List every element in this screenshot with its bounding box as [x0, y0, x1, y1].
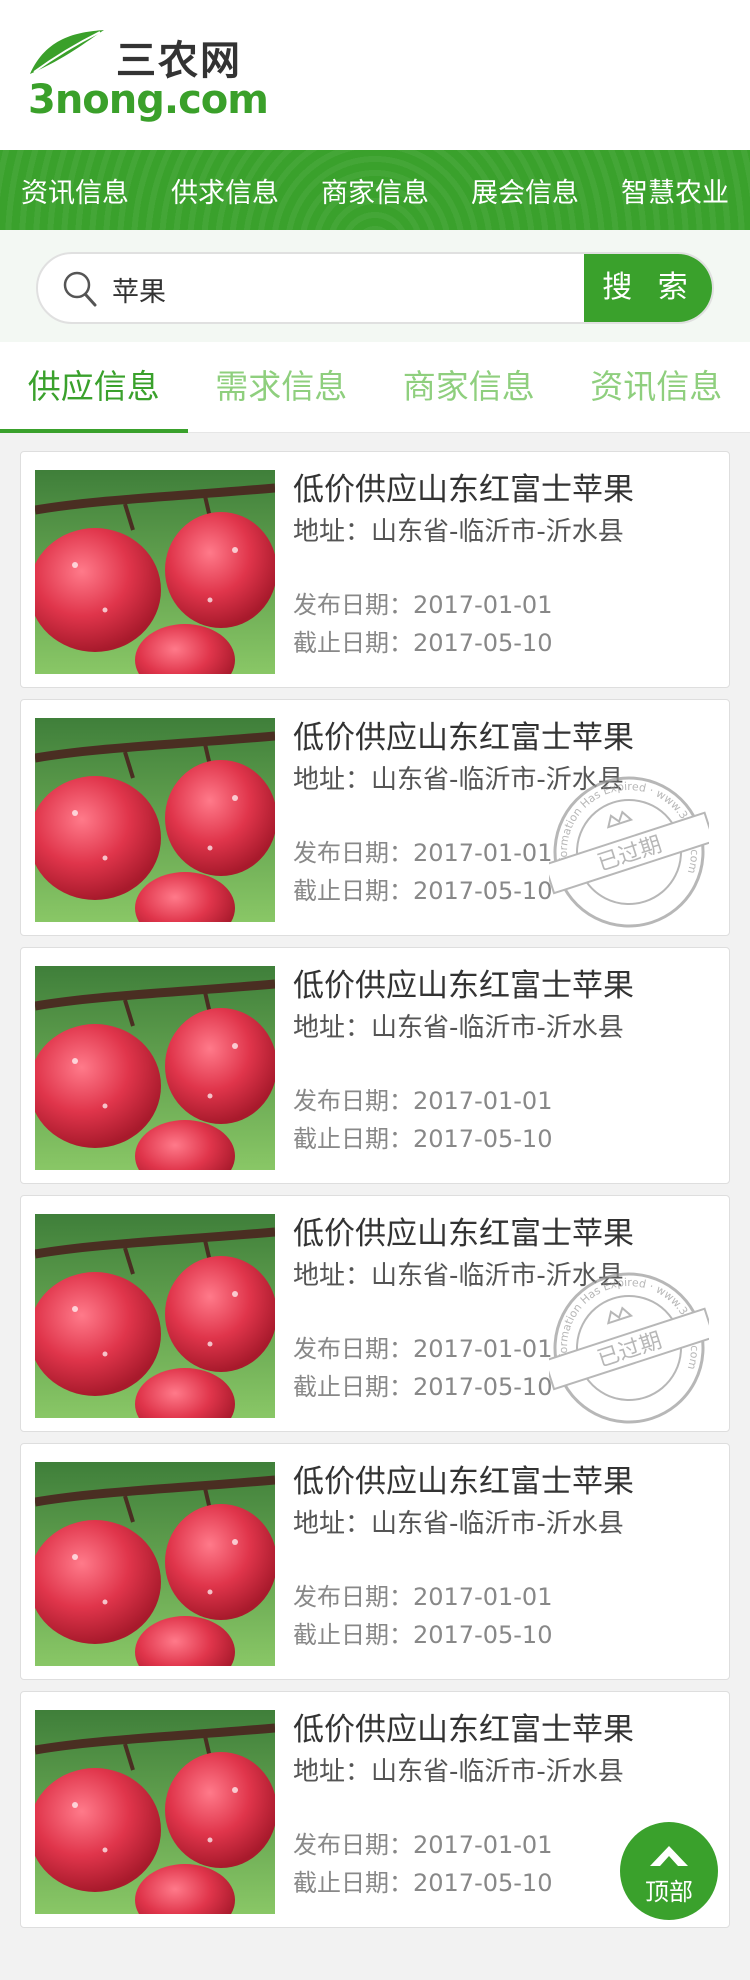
tab-merchants[interactable]: 商家信息 — [375, 342, 563, 432]
listing-title[interactable]: 低价供应山东红富士苹果 — [293, 1710, 715, 1750]
listing-address: 地址：山东省-临沂市-沂水县 — [293, 1509, 624, 1539]
listing-list: 低价供应山东红富士苹果 地址：山东省-临沂市-沂水县 发布日期：2017-01-… — [0, 433, 750, 1928]
deadline-date: 截止日期：2017-05-10 — [293, 629, 553, 657]
search-icon — [63, 271, 97, 307]
category-tabs: 供应信息 需求信息 商家信息 资讯信息 — [0, 342, 750, 433]
listing-card[interactable]: 低价供应山东红富士苹果 地址：山东省-临沂市-沂水县 发布日期：2017-01-… — [20, 1443, 730, 1680]
listing-info: 低价供应山东红富士苹果 地址：山东省-临沂市-沂水县 发布日期：2017-01-… — [293, 470, 715, 662]
listing-title[interactable]: 低价供应山东红富士苹果 — [293, 718, 715, 758]
nav-item-merchants[interactable]: 商家信息 — [313, 171, 437, 210]
apple-photo[interactable] — [35, 718, 275, 922]
listing-card[interactable]: 低价供应山东红富士苹果 地址：山东省-临沂市-沂水县 发布日期：2017-01-… — [20, 451, 730, 688]
nav-item-smart-agriculture[interactable]: 智慧农业 — [613, 171, 737, 210]
site-logo[interactable]: 三农网 3nong.com — [26, 22, 269, 132]
search-button[interactable]: 搜 索 — [584, 254, 712, 322]
apple-photo[interactable] — [35, 1462, 275, 1666]
deadline-date: 截止日期：2017-05-10 — [293, 1125, 553, 1153]
header: 三农网 3nong.com — [0, 0, 750, 150]
expired-stamp-icon: Information Has Expired · www.3nong.com … — [549, 772, 709, 928]
apple-photo[interactable] — [35, 1214, 275, 1418]
tab-supply[interactable]: 供应信息 — [0, 342, 188, 433]
listing-address: 地址：山东省-临沂市-沂水县 — [293, 1013, 624, 1043]
back-to-top-button[interactable]: 顶部 — [620, 1822, 718, 1920]
apple-photo[interactable] — [35, 470, 275, 674]
main-nav: 资讯信息 供求信息 商家信息 展会信息 智慧农业 — [0, 150, 750, 230]
nav-item-supply-demand[interactable]: 供求信息 — [163, 171, 287, 210]
tab-news[interactable]: 资讯信息 — [563, 342, 750, 432]
listing-card[interactable]: 低价供应山东红富士苹果 地址：山东省-临沂市-沂水县 发布日期：2017-01-… — [20, 947, 730, 1184]
nav-item-news[interactable]: 资讯信息 — [13, 171, 137, 210]
expired-stamp-icon: Information Has Expired · www.3nong.com … — [549, 1268, 709, 1424]
search-input[interactable] — [110, 254, 594, 322]
leaf-icon — [30, 30, 104, 74]
apple-photo[interactable] — [35, 1710, 275, 1914]
publish-date: 发布日期：2017-01-01 — [293, 591, 553, 619]
search-box: 搜 索 — [36, 252, 714, 324]
chevron-up-icon — [650, 1846, 688, 1866]
search-area: 搜 索 — [0, 230, 750, 342]
tab-demand[interactable]: 需求信息 — [188, 342, 376, 432]
apple-photo[interactable] — [35, 966, 275, 1170]
listing-info: 低价供应山东红富士苹果 地址：山东省-临沂市-沂水县 发布日期：2017-01-… — [293, 1462, 715, 1654]
deadline-date: 截止日期：2017-05-10 — [293, 1621, 553, 1649]
publish-date: 发布日期：2017-01-01 — [293, 1583, 553, 1611]
listing-address: 地址：山东省-临沂市-沂水县 — [293, 1757, 624, 1787]
listing-title[interactable]: 低价供应山东红富士苹果 — [293, 1214, 715, 1254]
publish-date: 发布日期：2017-01-01 — [293, 1087, 553, 1115]
listing-title[interactable]: 低价供应山东红富士苹果 — [293, 966, 715, 1006]
listing-info: 低价供应山东红富士苹果 地址：山东省-临沂市-沂水县 发布日期：2017-01-… — [293, 966, 715, 1158]
listing-address: 地址：山东省-临沂市-沂水县 — [293, 517, 624, 547]
back-to-top-label: 顶部 — [645, 1878, 693, 1906]
listing-card[interactable]: 低价供应山东红富士苹果 地址：山东省-临沂市-沂水县 发布日期：2017-01-… — [20, 699, 730, 936]
listing-title[interactable]: 低价供应山东红富士苹果 — [293, 470, 715, 510]
logo-domain: 3nong.com — [28, 77, 269, 123]
nav-item-exhibitions[interactable]: 展会信息 — [463, 171, 587, 210]
listing-card[interactable]: 低价供应山东红富士苹果 地址：山东省-临沂市-沂水县 发布日期：2017-01-… — [20, 1195, 730, 1432]
listing-title[interactable]: 低价供应山东红富士苹果 — [293, 1462, 715, 1502]
